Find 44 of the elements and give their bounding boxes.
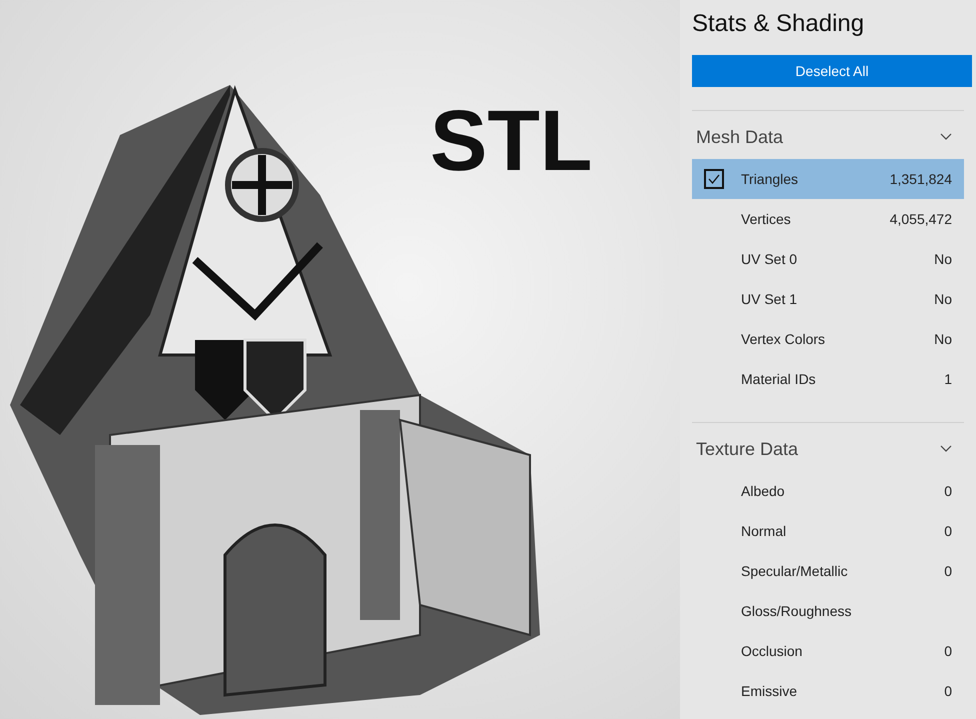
stat-label: Emissive bbox=[741, 682, 798, 700]
checkbox-checked-icon[interactable] bbox=[704, 169, 724, 189]
stat-value: 1 bbox=[944, 370, 952, 388]
stat-row[interactable]: Material IDs 1 bbox=[692, 359, 964, 399]
stat-value: 4,055,472 bbox=[890, 210, 952, 228]
stat-label: Vertices bbox=[741, 210, 792, 228]
stat-row[interactable]: Triangles 1,351,824 bbox=[692, 159, 964, 199]
section-header[interactable]: Texture Data bbox=[692, 423, 964, 471]
stat-label: UV Set 0 bbox=[741, 250, 798, 268]
stat-label: Vertex Colors bbox=[741, 330, 826, 348]
stat-row[interactable]: UV Set 1 No bbox=[692, 279, 964, 319]
stat-label: Occlusion bbox=[741, 642, 804, 660]
stat-value: 0 bbox=[944, 522, 952, 540]
deselect-all-button[interactable]: Deselect All bbox=[692, 55, 972, 87]
stat-value: 0 bbox=[944, 682, 952, 700]
stat-value: No bbox=[934, 250, 952, 268]
stat-row[interactable]: Gloss/Roughness bbox=[692, 591, 964, 631]
stat-label: Albedo bbox=[741, 482, 786, 500]
stat-row[interactable]: UV Set 0 No bbox=[692, 239, 964, 279]
panel-title: Stats & Shading bbox=[692, 9, 866, 39]
chevron-icon bbox=[940, 133, 952, 141]
stat-value: 1,351,824 bbox=[890, 170, 952, 188]
stat-label: Normal bbox=[741, 522, 788, 540]
stat-label: Material IDs bbox=[741, 370, 817, 388]
stat-row[interactable]: Occlusion 0 bbox=[692, 631, 964, 671]
stat-row[interactable]: Vertex Colors No bbox=[692, 319, 964, 359]
stat-label: Specular/Metallic bbox=[741, 562, 849, 581]
stat-row[interactable]: Emissive 0 bbox=[692, 671, 964, 711]
overlay-label: STL bbox=[430, 98, 592, 184]
stat-row[interactable]: Albedo 0 bbox=[692, 471, 964, 511]
stat-row[interactable]: Vertices 4,055,472 bbox=[692, 199, 964, 239]
stat-label: Triangles bbox=[741, 170, 800, 189]
stat-label: Gloss/Roughness bbox=[741, 602, 853, 621]
stat-label: UV Set 1 bbox=[741, 290, 798, 308]
3d-viewport[interactable]: STL bbox=[0, 0, 680, 719]
stat-value: 0 bbox=[944, 482, 952, 500]
stat-value: No bbox=[934, 290, 952, 308]
stat-row[interactable]: Normal 0 bbox=[692, 511, 964, 551]
section-header[interactable]: Mesh Data bbox=[692, 111, 964, 159]
chevron-icon bbox=[940, 445, 952, 453]
stat-value: No bbox=[934, 330, 952, 348]
stat-value: 0 bbox=[944, 562, 952, 580]
stat-value: 0 bbox=[944, 642, 952, 660]
stat-row[interactable]: Specular/Metallic 0 bbox=[692, 551, 964, 591]
